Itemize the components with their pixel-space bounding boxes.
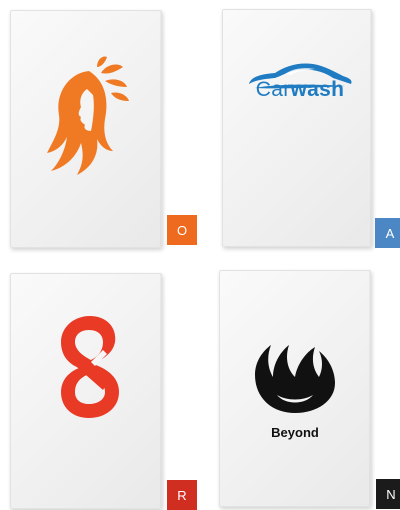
carwash-wordmark: Carwash [245, 78, 355, 102]
carwash-text-wash: wash [290, 78, 345, 101]
beyond-wordmark: Beyond [220, 425, 370, 440]
badge-a: A [375, 218, 400, 248]
notebook-card-black: Beyond N [219, 270, 400, 509]
woman-hair-leaves-logo [47, 56, 129, 175]
badge-label: R [177, 487, 187, 503]
infinity-eight-logo [61, 316, 119, 418]
badge-o: O [167, 215, 197, 245]
notebook-card-orange: O [10, 10, 197, 248]
beyond-text: Beyond [271, 425, 319, 440]
carwash-text-car: Car [255, 78, 291, 101]
badge-n: N [376, 479, 400, 509]
notebook-card-red: R [10, 273, 197, 510]
notebook-card-blue: Carwash A [222, 9, 400, 248]
badge-label: A [385, 225, 395, 241]
badge-label: N [386, 486, 396, 502]
flame-crescent-logo [255, 345, 335, 413]
badge-label: O [176, 222, 188, 238]
badge-r: R [167, 480, 197, 510]
